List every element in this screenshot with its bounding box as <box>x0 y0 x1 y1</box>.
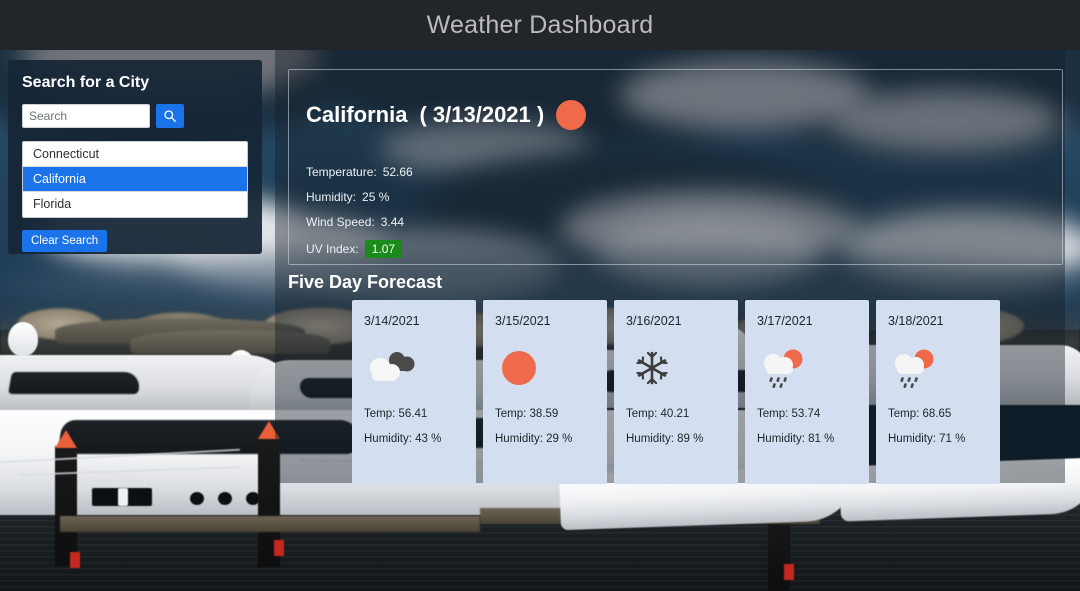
forecast-date: 3/17/2021 <box>757 314 813 328</box>
forecast-temp-label: Temp: <box>888 408 920 420</box>
uv-index-label: UV Index: <box>306 242 359 256</box>
forecast-humidity-label: Humidity: <box>626 433 674 445</box>
forecast-humidity-value: 71 % <box>939 433 966 445</box>
forecast-humidity: Humidity: 29 % <box>495 433 595 445</box>
forecast-temp: Temp: 56.41 <box>364 408 464 420</box>
city-list-item[interactable]: Connecticut <box>23 142 247 167</box>
sun-rain-cloud-icon <box>757 342 857 394</box>
piling-tag <box>784 564 794 580</box>
search-panel: Search for a City Connecticut California… <box>8 60 262 254</box>
forecast-temp: Temp: 38.59 <box>495 408 595 420</box>
piling-tag <box>70 552 80 568</box>
current-date: ( 3/13/2021 ) <box>419 102 545 127</box>
piling-tag <box>274 540 284 556</box>
forecast-date: 3/18/2021 <box>888 314 944 328</box>
forecast-humidity: Humidity: 89 % <box>626 433 726 445</box>
weather-dashboard-app: Weather Dashboard Search for a City Conn… <box>0 0 1080 591</box>
forecast-temp: Temp: 53.74 <box>757 408 857 420</box>
search-input[interactable] <box>22 104 150 128</box>
sun-rain-cloud-icon <box>888 342 988 394</box>
city-list: Connecticut California Florida <box>22 141 248 218</box>
wind-speed-stat: Wind Speed: 3.44 <box>306 215 413 229</box>
forecast-stats: Temp: 40.21 Humidity: 89 % <box>626 408 726 445</box>
snowflake-icon <box>626 342 726 394</box>
forecast-humidity-label: Humidity: <box>888 433 936 445</box>
current-weather-stats: Temperature: 52.66 Humidity: 25 % Wind S… <box>306 165 413 258</box>
forecast-temp: Temp: 40.21 <box>626 408 726 420</box>
main-content-panel: California ( 3/13/2021 ) Temperature: 52… <box>275 50 1065 484</box>
forecast-temp-value: 38.59 <box>529 408 559 420</box>
app-header: Weather Dashboard <box>0 0 1080 50</box>
broken-clouds-icon <box>364 342 464 394</box>
forecast-date: 3/16/2021 <box>626 314 682 328</box>
forecast-temp-value: 68.65 <box>922 408 952 420</box>
forecast-temp-label: Temp: <box>364 408 396 420</box>
forecast-humidity-value: 89 % <box>677 433 704 445</box>
forecast-temp-label: Temp: <box>626 408 658 420</box>
page-title: Weather Dashboard <box>426 10 654 39</box>
forecast-card: 3/14/2021 Temp: 56.41 Humidity: 43 % <box>352 300 476 484</box>
uv-index-stat: UV Index: 1.07 <box>306 240 413 258</box>
dock-piling <box>55 430 77 566</box>
search-icon <box>163 109 177 123</box>
boat-door-frame <box>118 488 128 506</box>
porthole <box>218 492 232 505</box>
forecast-card-row: 3/14/2021 Temp: 56.41 Humidity: 43 % 3/1… <box>352 300 1000 484</box>
forecast-date: 3/14/2021 <box>364 314 420 328</box>
forecast-humidity-label: Humidity: <box>757 433 805 445</box>
forecast-humidity-label: Humidity: <box>495 433 543 445</box>
search-row <box>22 104 248 128</box>
forecast-humidity-value: 29 % <box>546 433 573 445</box>
forecast-temp-label: Temp: <box>495 408 527 420</box>
temperature-stat: Temperature: 52.66 <box>306 165 413 179</box>
forecast-stats: Temp: 68.65 Humidity: 71 % <box>888 408 988 445</box>
forecast-card: 3/18/2021 Temp: 68.65 Humidity: 71 % <box>876 300 1000 484</box>
forecast-temp-value: 53.74 <box>791 408 821 420</box>
forecast-stats: Temp: 56.41 Humidity: 43 % <box>364 408 464 445</box>
forecast-humidity-label: Humidity: <box>364 433 412 445</box>
forecast-stats: Temp: 53.74 Humidity: 81 % <box>757 408 857 445</box>
forecast-heading: Five Day Forecast <box>288 272 443 292</box>
forecast-stats: Temp: 38.59 Humidity: 29 % <box>495 408 595 445</box>
uv-index-badge: 1.07 <box>364 240 403 258</box>
city-list-item-selected[interactable]: California <box>23 167 247 192</box>
wind-speed-value: 3.44 <box>380 215 405 229</box>
current-weather-title: California ( 3/13/2021 ) <box>306 100 587 130</box>
forecast-date: 3/15/2021 <box>495 314 551 328</box>
temperature-value: 52.66 <box>382 165 413 179</box>
city-list-item[interactable]: Florida <box>23 192 247 217</box>
humidity-value: 25 % <box>362 190 390 204</box>
forecast-card: 3/17/2021 Temp: 53.74 Humidity: 81 % <box>745 300 869 484</box>
temperature-label: Temperature: <box>306 165 377 179</box>
sun-icon <box>495 342 595 394</box>
forecast-temp-label: Temp: <box>757 408 789 420</box>
boat-radome <box>8 322 38 356</box>
humidity-stat: Humidity: 25 % <box>306 190 413 204</box>
forecast-humidity-value: 43 % <box>415 433 442 445</box>
forecast-humidity: Humidity: 71 % <box>888 433 988 445</box>
sun-icon <box>556 100 587 130</box>
search-panel-heading: Search for a City <box>22 74 150 91</box>
forecast-card: 3/15/2021 Temp: 38.59 Humidity: 29 % <box>483 300 607 484</box>
search-button[interactable] <box>156 104 184 128</box>
forecast-humidity: Humidity: 43 % <box>364 433 464 445</box>
forecast-temp: Temp: 68.65 <box>888 408 988 420</box>
current-city-name: California <box>306 102 408 127</box>
forecast-temp-value: 40.21 <box>660 408 690 420</box>
forecast-temp-value: 56.41 <box>398 408 428 420</box>
forecast-card: 3/16/2021 Temp: 40.21 Humidity: 89 % <box>614 300 738 484</box>
current-weather-card: California ( 3/13/2021 ) Temperature: 52… <box>288 69 1063 265</box>
dock <box>60 516 480 532</box>
forecast-humidity-value: 81 % <box>808 433 835 445</box>
forecast-humidity: Humidity: 81 % <box>757 433 857 445</box>
boat-window <box>8 372 142 394</box>
wind-speed-label: Wind Speed: <box>306 215 375 229</box>
porthole <box>190 492 204 505</box>
humidity-label: Humidity: <box>306 190 357 204</box>
clear-search-button[interactable]: Clear Search <box>22 230 108 252</box>
